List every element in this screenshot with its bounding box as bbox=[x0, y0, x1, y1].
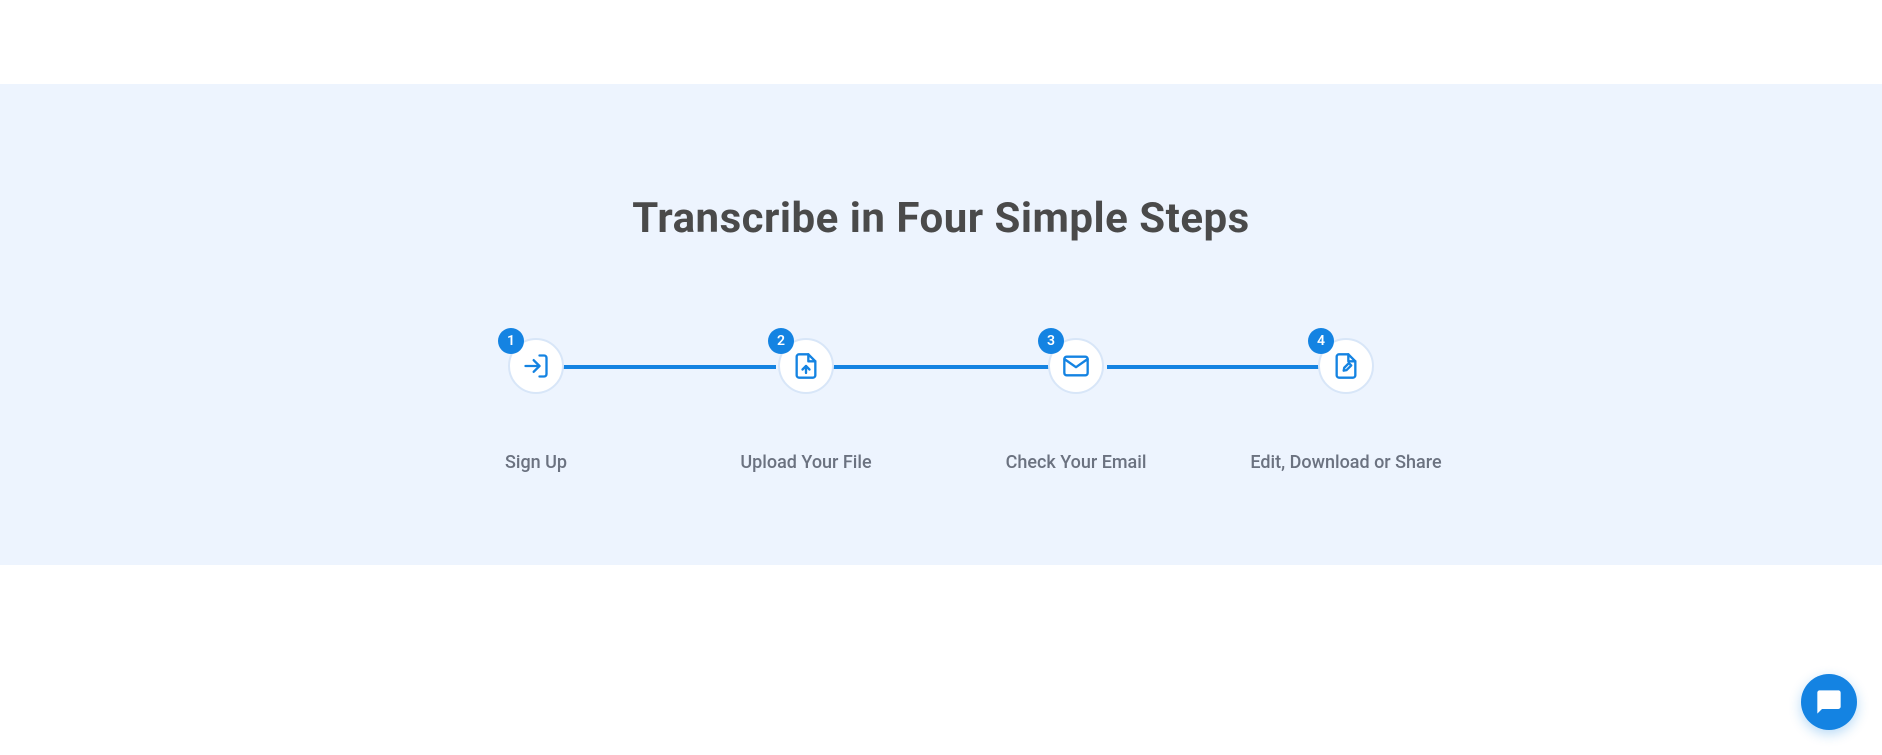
chat-button[interactable] bbox=[1801, 674, 1857, 730]
file-upload-icon bbox=[792, 352, 820, 380]
sign-in-icon bbox=[522, 352, 550, 380]
step-icon-wrapper: 4 bbox=[1318, 338, 1374, 394]
step-label: Upload Your File bbox=[740, 452, 871, 473]
step-icon-wrapper: 1 bbox=[508, 338, 564, 394]
steps-container: 1 Sign Up 2 bbox=[391, 338, 1491, 473]
section-title: Transcribe in Four Simple Steps bbox=[0, 194, 1882, 243]
step-number-badge: 3 bbox=[1038, 328, 1064, 354]
step-label: Edit, Download or Share bbox=[1250, 452, 1441, 473]
email-icon bbox=[1062, 352, 1090, 380]
step-icon-wrapper: 2 bbox=[778, 338, 834, 394]
step-label: Check Your Email bbox=[1006, 452, 1147, 473]
step-edit-download-share: 4 Edit, Download or Share bbox=[1211, 338, 1481, 473]
steps-section: Transcribe in Four Simple Steps 1 Sign U… bbox=[0, 84, 1882, 565]
step-icon-wrapper: 3 bbox=[1048, 338, 1104, 394]
chat-icon bbox=[1815, 688, 1843, 716]
step-upload-file: 2 Upload Your File bbox=[671, 338, 941, 473]
step-number-badge: 1 bbox=[498, 328, 524, 354]
step-sign-up: 1 Sign Up bbox=[401, 338, 671, 473]
step-number-badge: 4 bbox=[1308, 328, 1334, 354]
step-label: Sign Up bbox=[505, 452, 567, 473]
file-edit-icon bbox=[1332, 352, 1360, 380]
step-number-badge: 2 bbox=[768, 328, 794, 354]
step-check-email: 3 Check Your Email bbox=[941, 338, 1211, 473]
